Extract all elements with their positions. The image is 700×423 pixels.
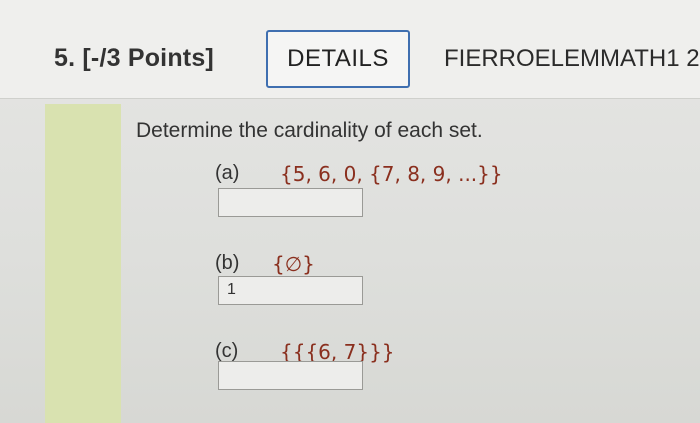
part-b-answer-input[interactable]: 1: [218, 276, 363, 305]
question-side-bar: [45, 104, 121, 423]
part-b-set: {∅}: [272, 252, 315, 276]
question-page: 5. [-/3 Points] DETAILS FIERROELEMMATH1 …: [0, 0, 700, 423]
part-a-answer-input[interactable]: [218, 188, 363, 217]
question-number: 5. [-/3 Points]: [54, 44, 214, 72]
question-prompt: Determine the cardinality of each set.: [136, 119, 483, 142]
part-a-label: (a): [215, 162, 240, 184]
part-c-label: (c): [215, 340, 239, 362]
part-c-answer-input[interactable]: [218, 361, 363, 390]
course-code: FIERROELEMMATH1 2.: [444, 45, 700, 72]
question-header: 5. [-/3 Points] DETAILS FIERROELEMMATH1 …: [0, 0, 700, 99]
part-b-label: (b): [215, 252, 240, 274]
part-a-set: {5, 6, 0, {7, 8, 9, ...}}: [280, 162, 503, 186]
details-button[interactable]: DETAILS: [266, 30, 410, 88]
